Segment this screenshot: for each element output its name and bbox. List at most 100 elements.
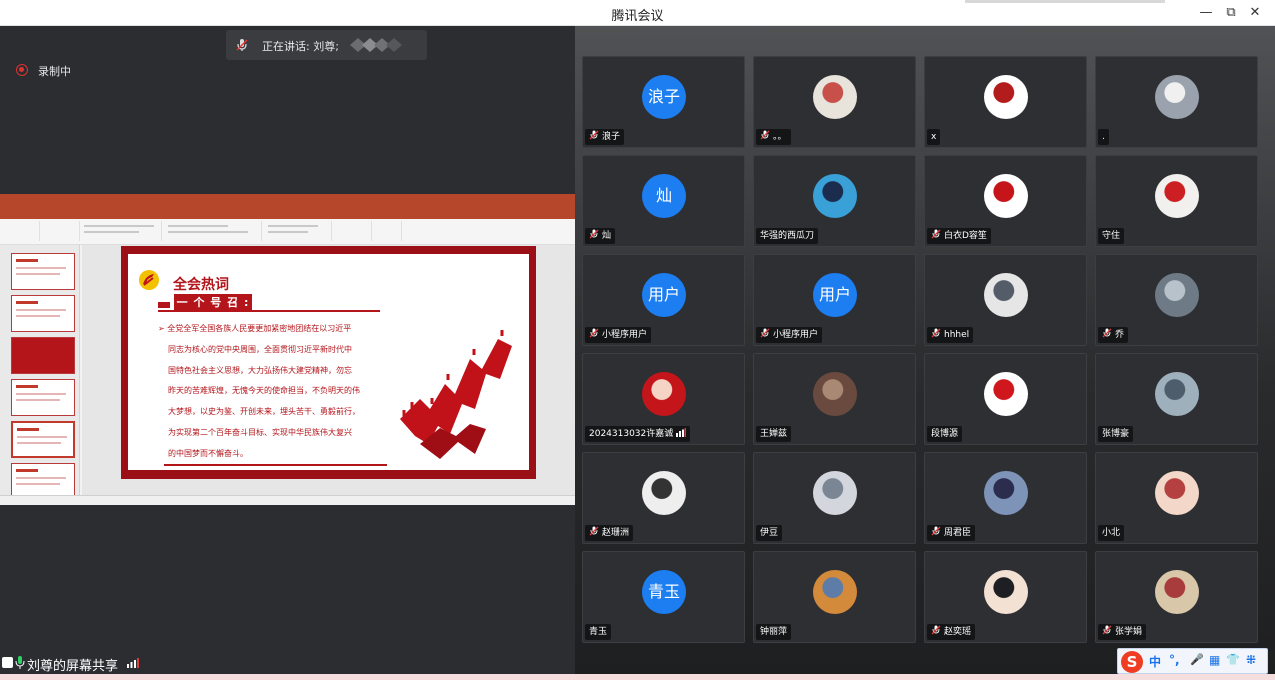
participant-name-label: 小北 — [1098, 525, 1125, 541]
close-button[interactable]: ✕ — [1244, 3, 1266, 23]
mic-muted-icon — [1102, 328, 1112, 338]
slide-thumbnail-selected — [11, 421, 75, 458]
mic-muted-icon — [1102, 625, 1112, 635]
ime-toolbar[interactable]: S 中 °, 🎤 ▦ 👕 ⁜ — [1117, 648, 1268, 674]
great-wall-illustration — [400, 330, 512, 459]
mic-muted-icon — [931, 328, 941, 338]
signal-icon — [127, 658, 139, 668]
avatar — [1155, 471, 1199, 515]
toolbox-icon[interactable]: ⁜ — [1246, 653, 1256, 667]
participant-tile[interactable]: 赵奕瑶 — [924, 551, 1087, 643]
avatar — [642, 372, 686, 416]
slide-line: 为实现第二个百年奋斗目标、实现中华民族伟大复兴 — [168, 427, 352, 437]
participant-tile[interactable]: 钟丽萍 — [753, 551, 916, 643]
ime-punctuation-toggle[interactable]: °, — [1169, 653, 1180, 667]
title-bar: 腾讯会议 — ⧉ ✕ — [0, 0, 1275, 26]
screen-share-area: 正在讲话: 刘尊; 录制中 全会热词 一 个 号 召: ➢ 全党全军全国各族人… — [0, 26, 575, 674]
participant-tile[interactable]: 周君臣 — [924, 452, 1087, 544]
participant-name: 赵珊洲 — [602, 528, 630, 538]
participant-name: x — [931, 132, 937, 142]
participant-tile[interactable]: 伊豆 — [753, 452, 916, 544]
participant-name: . — [1102, 132, 1105, 142]
keyboard-icon[interactable]: ▦ — [1209, 653, 1220, 667]
participant-name: 小程序用户 — [773, 330, 819, 340]
restore-button[interactable]: ⧉ — [1220, 3, 1242, 23]
participant-tile[interactable]: x — [924, 56, 1087, 148]
participant-name-label: 张博豪 — [1098, 426, 1134, 442]
minimize-button[interactable]: — — [1195, 3, 1217, 23]
ime-language-toggle[interactable]: 中 — [1149, 653, 1161, 670]
participant-name-label: 赵珊洲 — [585, 525, 634, 541]
avatar — [984, 570, 1028, 614]
avatar — [813, 372, 857, 416]
participant-name-label: 张学娟 — [1098, 624, 1147, 640]
avatar — [984, 471, 1028, 515]
participant-name-label: hhhel — [927, 327, 974, 343]
participant-tile[interactable]: hhhel — [924, 254, 1087, 346]
slide-thumbnail — [11, 253, 75, 290]
meeting-window: 腾讯会议 — ⧉ ✕ 正在讲话: 刘尊; 录制中 全会热词 一 个 号 召: … — [0, 0, 1275, 680]
slide-thumbnails — [0, 245, 80, 500]
mic-muted-icon — [931, 625, 941, 635]
participant-name: 段博源 — [931, 429, 959, 439]
bottom-border — [0, 674, 1275, 680]
participant-name-label: 浪子 — [585, 129, 625, 145]
mic-icon[interactable]: 🎤 — [1190, 653, 1204, 666]
avatar — [1155, 75, 1199, 119]
avatar — [813, 75, 857, 119]
slide-thumbnail — [11, 379, 75, 416]
signal-icon — [676, 428, 687, 437]
slide-thumbnail — [11, 337, 75, 374]
participant-tile[interactable]: 赵珊洲 — [582, 452, 745, 544]
participant-tile[interactable]: 用户 小程序用户 — [753, 254, 916, 346]
participant-tile[interactable]: 乔 — [1095, 254, 1258, 346]
participant-tile[interactable]: 2024313032许嘉诚 — [582, 353, 745, 445]
slide-bottom-rule — [164, 464, 387, 466]
participant-tile[interactable]: 浪子 浪子 — [582, 56, 745, 148]
participant-name-label: 小程序用户 — [756, 327, 823, 343]
participant-tile[interactable]: 王婵兹 — [753, 353, 916, 445]
participant-name: 守住 — [1102, 231, 1121, 241]
participant-name-label: 白衣D容笙 — [927, 228, 991, 244]
participant-name: 张学娟 — [1115, 627, 1143, 637]
skin-icon[interactable]: 👕 — [1226, 653, 1240, 666]
slide-title: 全会热词 — [173, 277, 229, 293]
participant-tile[interactable]: 灿灿 — [582, 155, 745, 247]
participant-name: 。。 — [773, 132, 787, 142]
window-title: 腾讯会议 — [611, 9, 664, 24]
participant-name-label: 伊豆 — [756, 525, 783, 541]
header-rule — [158, 310, 380, 312]
bullet-arrow-icon: ➢ — [158, 324, 165, 333]
sogou-logo-icon[interactable]: S — [1121, 651, 1143, 673]
header-accent — [158, 302, 170, 308]
participant-name: 小程序用户 — [602, 330, 648, 340]
participant-name-label: 周君臣 — [927, 525, 976, 541]
participant-tile[interactable]: 张博豪 — [1095, 353, 1258, 445]
participant-tile[interactable]: 。。 — [753, 56, 916, 148]
participant-tile[interactable]: 青玉 青玉 — [582, 551, 745, 643]
participant-tile[interactable]: 白衣D容笙 — [924, 155, 1087, 247]
participant-name: 浪子 — [602, 132, 621, 142]
participant-name: 钟丽萍 — [760, 627, 788, 637]
participant-tile[interactable]: 守住 — [1095, 155, 1258, 247]
participant-name: 白衣D容笙 — [944, 231, 987, 241]
participant-tile[interactable]: 用户 小程序用户 — [582, 254, 745, 346]
mic-muted-icon — [760, 328, 770, 338]
participant-name: 2024313032许嘉诚 — [589, 429, 674, 439]
participant-tile[interactable]: 小北 — [1095, 452, 1258, 544]
participant-tile[interactable]: 段博源 — [924, 353, 1087, 445]
slide-inner: 全会热词 一 个 号 召 : ➢ 全党全军全国各族人民要更加紧密地团结在以习近平… — [128, 254, 529, 470]
participant-name-label: 。。 — [756, 129, 791, 145]
mic-muted-icon — [589, 526, 599, 536]
participant-tile[interactable]: 张学娟 — [1095, 551, 1258, 643]
avatar — [1155, 372, 1199, 416]
avatar: 浪子 — [642, 75, 686, 119]
participant-name: 张博豪 — [1102, 429, 1130, 439]
slide: 全会热词 一 个 号 召 : ➢ 全党全军全国各族人民要更加紧密地团结在以习近平… — [121, 246, 536, 479]
mic-muted-icon — [236, 39, 248, 51]
participant-name-label: 2024313032许嘉诚 — [585, 426, 691, 442]
mic-muted-icon — [760, 130, 770, 140]
participant-tile[interactable]: 华强的西瓜刀 — [753, 155, 916, 247]
mic-muted-icon — [589, 229, 599, 239]
participant-tile[interactable]: . — [1095, 56, 1258, 148]
